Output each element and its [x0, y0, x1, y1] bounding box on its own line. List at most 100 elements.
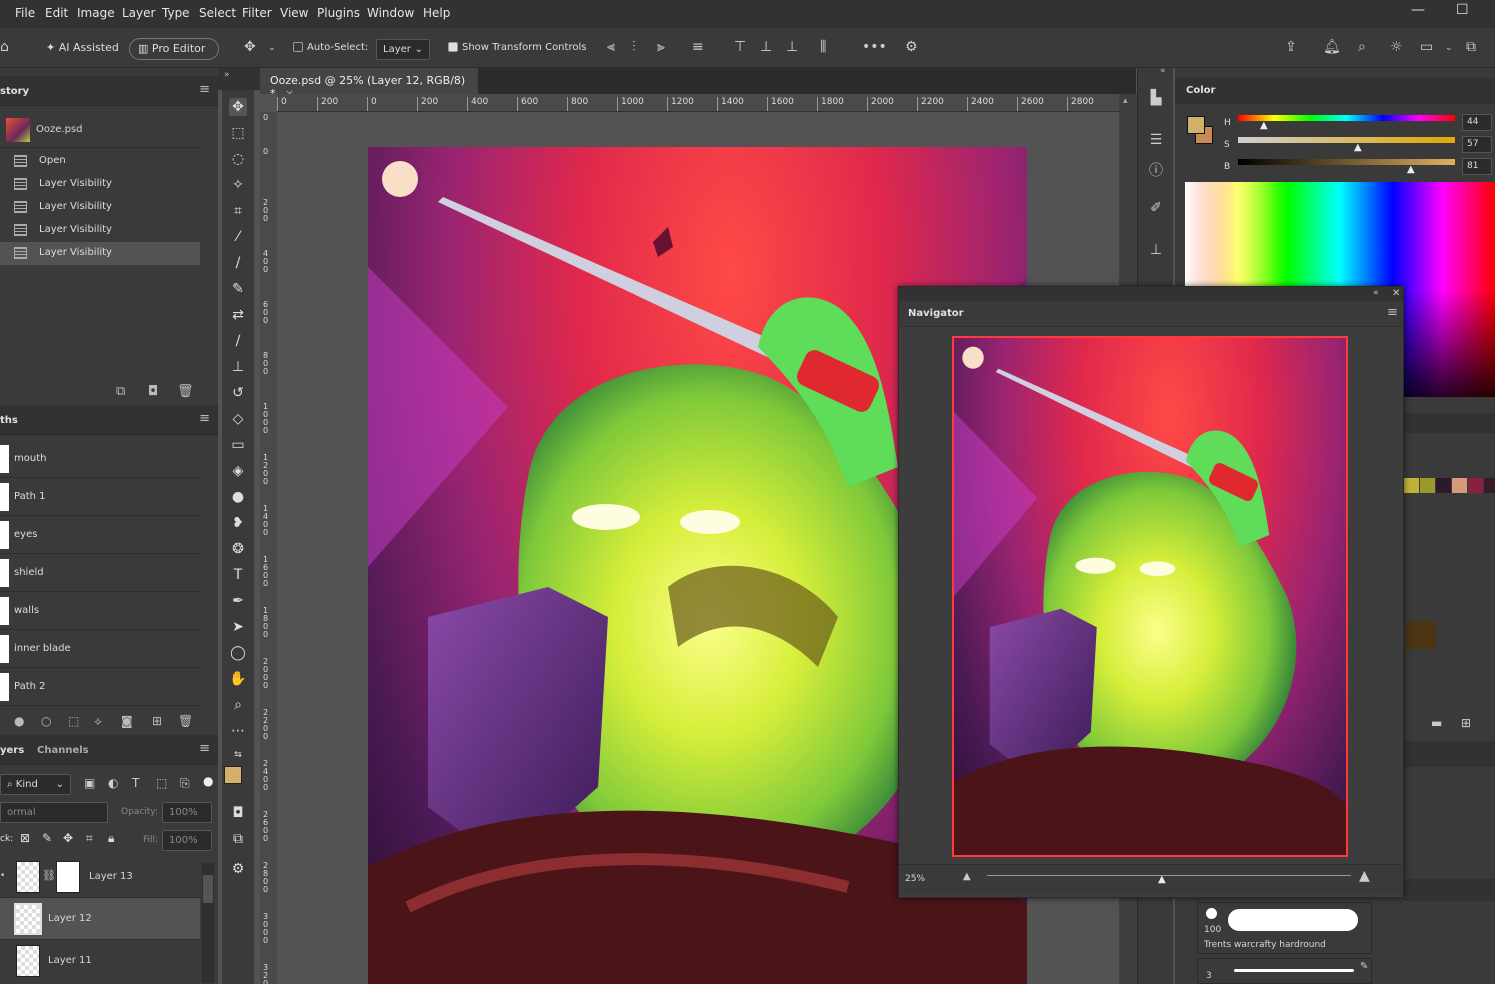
swatch-large[interactable] — [1406, 621, 1436, 649]
type-tool-icon[interactable]: T — [229, 566, 247, 584]
path-row[interactable]: shield — [0, 554, 200, 592]
maximize-button[interactable]: ☐ — [1456, 2, 1469, 18]
pen-tool-icon[interactable]: ✒ — [229, 592, 247, 610]
new-path-icon[interactable]: ⊞ — [152, 714, 162, 728]
bell-icon[interactable]: 🔔︎ — [1323, 39, 1341, 55]
hue-slider[interactable] — [1238, 115, 1455, 121]
history-snapshot[interactable]: Ooze.psd — [0, 114, 200, 148]
auto-select-checkbox[interactable]: Auto-Select: — [293, 42, 368, 53]
menu-filter[interactable]: Filter — [242, 6, 272, 20]
color-replacement-icon[interactable]: ⇄ — [229, 306, 247, 324]
history-item[interactable]: Layer Visibility — [0, 219, 200, 242]
marquee-tool-icon[interactable]: ⬚ — [229, 124, 247, 142]
move-tool-icon[interactable]: ✥ — [229, 98, 247, 116]
swatch[interactable] — [1420, 478, 1435, 493]
menu-select[interactable]: Select — [199, 6, 236, 20]
blend-mode-dropdown[interactable]: ormal — [0, 802, 108, 823]
tab-layers[interactable]: yers — [0, 745, 24, 756]
foreground-swatch-front[interactable] — [1187, 116, 1205, 134]
align-top-icon[interactable]: ⊤ — [734, 39, 746, 55]
distribute-icon[interactable]: ≡ — [692, 39, 704, 55]
more-options-icon[interactable]: ••• — [862, 39, 887, 55]
swatch[interactable] — [1404, 478, 1419, 493]
brightness-value[interactable]: 81 — [1462, 158, 1492, 175]
brush-edit-icon[interactable]: ✎ — [1360, 961, 1368, 972]
menu-view[interactable]: View — [280, 6, 308, 20]
gear-icon[interactable]: ⚙ — [905, 39, 918, 55]
paint-bucket-icon[interactable]: ◈ — [229, 462, 247, 480]
path-row[interactable]: inner blade — [0, 630, 200, 668]
brush-preset[interactable]: 3 ✎ — [1197, 958, 1372, 984]
hand-tool-icon[interactable]: ✋ — [229, 670, 247, 688]
layer-filter-dropdown[interactable]: ⌕ Kind ⌄ — [0, 774, 71, 795]
camera-icon[interactable]: ◘ — [148, 384, 158, 399]
hue-value[interactable]: 44 — [1462, 114, 1492, 131]
lock-artboard-icon[interactable]: ⌗ — [86, 831, 93, 846]
auto-select-dropdown[interactable]: Layer ⌄ — [376, 39, 430, 60]
align-bottom-icon[interactable]: ⊥ — [786, 39, 798, 55]
eyedropper-icon[interactable]: ⁄ — [229, 228, 247, 246]
search-icon[interactable]: ⌕ — [1358, 39, 1366, 55]
ellipse-tool-icon[interactable]: ◯ — [229, 644, 247, 662]
link-icon[interactable]: ⛓ — [42, 869, 56, 882]
make-path-icon[interactable]: ⟡ — [94, 714, 102, 729]
quick-mask-icon[interactable]: ◘ — [229, 804, 247, 822]
align-left-icon[interactable]: ⫷ — [607, 39, 615, 55]
path-select-icon[interactable]: ➤ — [229, 618, 247, 636]
more-tools-icon[interactable]: ⋯ — [229, 722, 247, 740]
smart-object-filter-icon[interactable]: ⎘ — [180, 776, 190, 791]
brush-icon[interactable]: / — [229, 254, 247, 272]
generative-icon[interactable]: ⚙ — [229, 860, 247, 878]
arrange-icon[interactable]: ⧉ — [1466, 39, 1476, 55]
zoom-in-icon[interactable]: ▲ — [1359, 868, 1370, 884]
saturation-slider[interactable] — [1238, 137, 1455, 143]
tab-channels[interactable]: Channels — [37, 745, 89, 756]
menu-icon[interactable]: ≡ — [199, 741, 210, 756]
navigator-preview[interactable] — [952, 336, 1348, 857]
saturation-value[interactable]: 57 — [1462, 136, 1492, 153]
swatch[interactable] — [1484, 478, 1495, 493]
stroke-path-icon[interactable]: ○ — [41, 714, 51, 728]
menu-icon[interactable]: ≡ — [199, 82, 210, 97]
zoom-tool-icon[interactable]: ⌕ — [229, 696, 247, 714]
lock-all-icon[interactable]: 🔒︎ — [108, 831, 114, 846]
opacity-field[interactable]: 100% — [162, 802, 212, 823]
zoom-slider[interactable] — [987, 875, 1351, 876]
pro-editor-button[interactable]: ▥ Pro Editor — [129, 38, 219, 60]
brightness-slider[interactable] — [1238, 159, 1455, 165]
image-filter-icon[interactable]: ▣ — [84, 776, 95, 790]
paths-panel-title[interactable]: ths — [0, 415, 18, 426]
align-middle-icon[interactable]: ⊥ — [760, 39, 772, 55]
adjustments-icon[interactable]: ☰ — [1146, 132, 1166, 152]
layer-row-selected[interactable]: Layer 12 — [0, 898, 200, 940]
home-icon[interactable]: ⌂ — [0, 39, 9, 55]
screen-mode-icon[interactable]: ⧉ — [229, 830, 247, 848]
mixer-brush-icon[interactable]: ∕ — [229, 332, 247, 350]
chevron-down-icon[interactable]: ⌄ — [1445, 43, 1453, 53]
blur-icon[interactable]: ● — [229, 488, 247, 506]
sponge-icon[interactable]: ❂ — [229, 540, 247, 558]
slider-thumb-icon[interactable]: ▲ — [1260, 120, 1268, 131]
lasso-tool-icon[interactable]: ◌ — [229, 150, 247, 168]
histogram-icon[interactable]: ▙ — [1146, 90, 1166, 110]
chevron-down-icon[interactable]: ⌄ — [268, 43, 276, 53]
trash-icon[interactable]: 🗑︎ — [177, 384, 194, 399]
adjustment-filter-icon[interactable]: ◐ — [108, 776, 118, 790]
type-filter-icon[interactable]: T — [132, 776, 139, 790]
fill-field[interactable]: 100% — [162, 830, 212, 851]
menu-layer[interactable]: Layer — [122, 6, 155, 20]
menu-image[interactable]: Image — [77, 6, 115, 20]
show-transform-checkbox[interactable]: Show Transform Controls — [448, 42, 586, 53]
slider-thumb-icon[interactable]: ▲ — [1407, 164, 1415, 175]
swatch[interactable] — [1452, 478, 1467, 493]
swap-colors-icon[interactable]: ⇆ — [229, 746, 247, 764]
trash-icon[interactable]: 🗑︎ — [178, 714, 193, 728]
zoom-out-icon[interactable]: ▲ — [963, 871, 971, 882]
menu-type[interactable]: Type — [162, 6, 190, 20]
brush-preset[interactable]: 100 Trents warcrafty hardround — [1197, 902, 1372, 954]
visibility-icon[interactable]: • — [0, 871, 5, 881]
smudge-icon[interactable]: ❥ — [229, 514, 247, 532]
discover-icon[interactable]: ☼ — [1390, 39, 1403, 55]
filter-toggle-icon[interactable]: ● — [203, 774, 213, 788]
document-tab[interactable]: Ooze.psd @ 25% (Layer 12, RGB/8) * × — [260, 68, 478, 100]
